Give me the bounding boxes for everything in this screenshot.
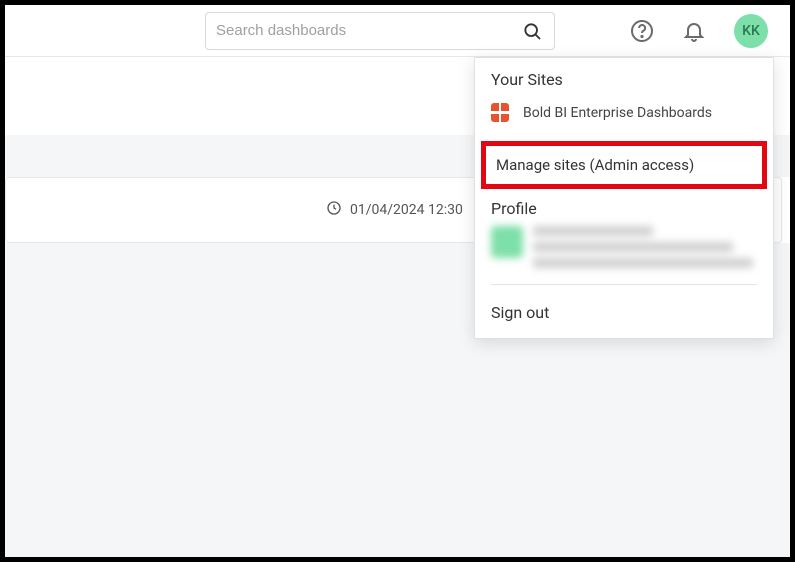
profile-title: Profile (491, 199, 757, 218)
divider (491, 284, 757, 285)
search-icon[interactable] (520, 19, 544, 43)
topbar: KK (5, 5, 790, 57)
help-icon[interactable] (630, 19, 654, 43)
sites-title: Your Sites (491, 70, 757, 89)
search-container[interactable] (205, 12, 555, 50)
sites-section: Your Sites Bold BI Enterprise Dashboards (475, 58, 773, 137)
signout-link[interactable]: Sign out (475, 289, 773, 338)
user-dropdown: Your Sites Bold BI Enterprise Dashboards… (474, 57, 774, 339)
site-item-label: Bold BI Enterprise Dashboards (523, 105, 712, 121)
timestamp-text: 01/04/2024 12:30 (350, 202, 463, 218)
profile-section: Profile (475, 189, 773, 280)
boldbi-logo-icon (491, 103, 511, 123)
topbar-actions: KK (630, 14, 774, 48)
site-item[interactable]: Bold BI Enterprise Dashboards (491, 99, 757, 127)
timestamp-row: 01/04/2024 12:30 (326, 200, 463, 220)
profile-avatar (491, 226, 523, 258)
manage-sites-link[interactable]: Manage sites (Admin access) (481, 141, 767, 189)
clock-icon (326, 200, 342, 220)
avatar[interactable]: KK (734, 14, 768, 48)
profile-body-redacted (491, 226, 757, 268)
search-input[interactable] (216, 22, 520, 39)
bell-icon[interactable] (682, 19, 706, 43)
